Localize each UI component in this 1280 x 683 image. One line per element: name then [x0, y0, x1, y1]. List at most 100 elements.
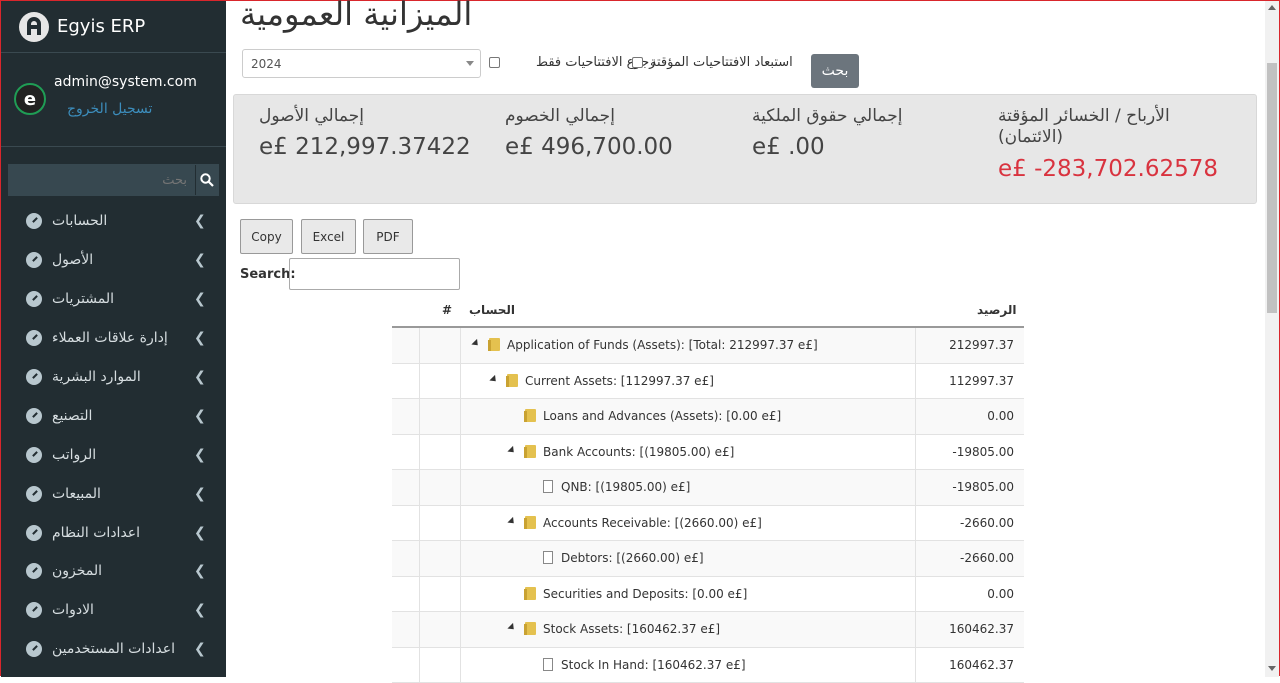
column-divider — [419, 648, 420, 683]
sidebar-item-sales[interactable]: المبيعات❮ — [1, 474, 226, 513]
table-row[interactable]: Bank Accounts: [(19805.00) e£] -19805.00 — [392, 435, 1024, 471]
account-name: Debtors: [(2660.00) e£] — [561, 551, 704, 565]
sidebar-item-inventory[interactable]: المخزون❮ — [1, 552, 226, 591]
column-divider — [460, 648, 461, 683]
column-header-num[interactable]: # — [442, 303, 452, 317]
account-balance: -2660.00 — [960, 551, 1014, 565]
table-row[interactable]: Securities and Deposits: [0.00 e£] 0.00 — [392, 577, 1024, 613]
search-icon — [200, 173, 214, 187]
table-row[interactable]: Current Assets: [112997.37 e£] 112997.37 — [392, 364, 1024, 400]
chevron-left-icon: ❮ — [194, 486, 206, 502]
account-name: Accounts Receivable: [(2660.00) e£] — [543, 516, 762, 530]
expand-toggle-icon[interactable] — [471, 339, 480, 348]
scrollbar-thumb[interactable] — [1267, 63, 1277, 313]
sidebar-item-user-settings[interactable]: اعدادات المستخدمين❮ — [1, 630, 226, 669]
table-row[interactable]: Debtors: [(2660.00) e£] -2660.00 — [392, 541, 1024, 577]
sidebar-item-purchases[interactable]: المشتريات❮ — [1, 280, 226, 319]
sidebar-item-payroll[interactable]: الرواتب ❮ — [1, 435, 226, 474]
table-row[interactable]: Accounts Receivable: [(2660.00) e£] -266… — [392, 506, 1024, 542]
sidebar-item-label: الرواتب — [52, 447, 96, 463]
column-divider — [460, 470, 461, 505]
total-assets-label: إجمالي الأصول — [259, 106, 364, 126]
account-balance: -2660.00 — [960, 516, 1014, 530]
account-name: Application of Funds (Assets): [Total: 2… — [507, 338, 818, 352]
sidebar-item-label: الادوات — [52, 602, 94, 618]
table-row[interactable]: QNB: [(19805.00) e£] -19805.00 — [392, 470, 1024, 506]
account-balance: 112997.37 — [949, 374, 1014, 388]
column-header-balance[interactable]: الرصيد — [977, 303, 1017, 317]
chevron-left-icon: ❮ — [194, 563, 206, 579]
exclude-temp-checkbox[interactable] — [632, 57, 643, 68]
sidebar-item-label: الحسابات — [52, 213, 107, 229]
folder-icon — [525, 622, 536, 635]
table-row[interactable]: Application of Funds (Assets): [Total: 2… — [392, 328, 1024, 364]
chevron-left-icon: ❮ — [194, 291, 206, 307]
column-divider — [915, 435, 916, 470]
chevron-left-icon: ❮ — [194, 408, 206, 424]
chevron-left-icon: ❮ — [194, 252, 206, 268]
sidebar-search-input[interactable] — [9, 165, 195, 195]
sidebar-item-tools[interactable]: الادوات❮ — [1, 591, 226, 630]
sidebar-item-assets[interactable]: الأصول ❮ — [1, 241, 226, 280]
sidebar: Egyis ERP e admin@system.com تسجيل الخرو… — [1, 1, 226, 677]
file-icon — [543, 480, 553, 493]
column-divider — [419, 506, 420, 541]
sidebar-item-system-settings[interactable]: اعدادات النظام❮ — [1, 513, 226, 552]
account-balance: 212997.37 — [949, 338, 1014, 352]
app-logo-icon — [19, 12, 49, 42]
expand-toggle-icon[interactable] — [507, 445, 516, 454]
expand-toggle-icon[interactable] — [489, 374, 498, 383]
table-row[interactable]: Loans and Advances (Assets): [0.00 e£] 0… — [392, 399, 1024, 435]
account-name: Stock Assets: [160462.37 e£] — [543, 622, 720, 636]
user-email: admin@system.com — [54, 74, 197, 90]
dashboard-icon — [26, 369, 42, 385]
column-divider — [460, 612, 461, 647]
table-row[interactable]: Stock Assets: [160462.37 e£] 160462.37 — [392, 612, 1024, 648]
dashboard-icon — [26, 408, 42, 424]
account-name: Bank Accounts: [(19805.00) e£] — [543, 445, 734, 459]
account-balance: 0.00 — [987, 409, 1014, 423]
total-liabilities-label: إجمالي الخصوم — [505, 106, 615, 126]
total-equity-value: e£ .00 — [752, 134, 825, 160]
column-divider — [460, 364, 461, 399]
pdf-button[interactable]: PDF — [363, 219, 413, 254]
sidebar-item-manufacturing[interactable]: التصنيع❮ — [1, 396, 226, 435]
account-name: Current Assets: [112997.37 e£] — [525, 374, 714, 388]
year-select[interactable]: 2024 — [242, 49, 481, 78]
table-search-label: Search: — [240, 267, 296, 282]
column-divider — [419, 399, 420, 434]
summary-panel: إجمالي الأصول e£ 212,997.37422 إجمالي ال… — [233, 94, 1257, 204]
table-search-input[interactable] — [289, 258, 460, 290]
sidebar-item-hr[interactable]: الموارد البشرية❮ — [1, 358, 226, 397]
sidebar-item-accounts[interactable]: الحسابات❮ — [1, 202, 226, 241]
folder-icon — [489, 338, 500, 351]
scroll-up-icon[interactable] — [1268, 5, 1276, 10]
folder-icon — [525, 409, 536, 422]
dashboard-icon — [26, 602, 42, 618]
dashboard-icon — [26, 641, 42, 657]
folder-icon — [507, 374, 518, 387]
dashboard-icon — [26, 525, 42, 541]
year-select-value: 2024 — [251, 57, 282, 71]
scroll-down-icon[interactable] — [1268, 666, 1276, 671]
chevron-left-icon: ❮ — [194, 447, 206, 463]
sidebar-item-label: الأصول — [52, 252, 93, 268]
table-row[interactable]: Stock In Hand: [160462.37 e£] 160462.37 — [392, 648, 1024, 683]
expand-toggle-icon[interactable] — [507, 623, 516, 632]
excel-button[interactable]: Excel — [301, 219, 356, 254]
column-divider — [419, 612, 420, 647]
dashboard-icon — [26, 252, 42, 268]
sidebar-item-crm[interactable]: إدارة علاقات العملاء❮ — [1, 319, 226, 358]
page-scrollbar[interactable] — [1265, 1, 1279, 677]
expand-toggle-icon[interactable] — [507, 516, 516, 525]
column-divider — [915, 328, 916, 363]
revert-only-checkbox[interactable] — [489, 57, 500, 68]
search-button[interactable]: بحث — [811, 54, 859, 88]
brand[interactable]: Egyis ERP — [1, 1, 226, 53]
account-name: Loans and Advances (Assets): [0.00 e£] — [543, 409, 781, 423]
column-header-account[interactable]: الحساب — [469, 303, 515, 317]
copy-button[interactable]: Copy — [240, 219, 293, 254]
logout-link[interactable]: تسجيل الخروج — [67, 101, 152, 117]
sidebar-search-button[interactable] — [195, 165, 218, 195]
chevron-left-icon: ❮ — [194, 525, 206, 541]
